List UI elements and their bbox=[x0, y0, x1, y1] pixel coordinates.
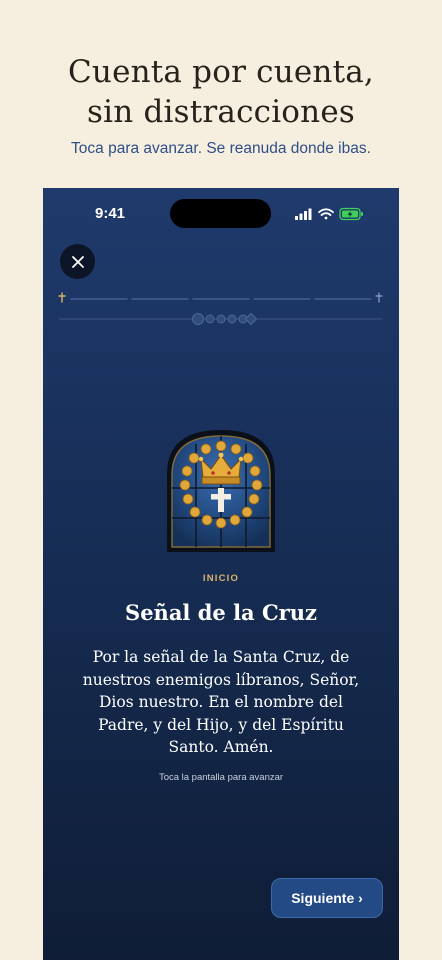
cross-icon bbox=[58, 292, 66, 303]
next-button[interactable]: Siguiente › bbox=[271, 878, 383, 918]
prayer-title: Señal de la Cruz bbox=[125, 600, 317, 625]
headline-line-1: Cuenta por cuenta, bbox=[67, 54, 374, 90]
headline-line-2: sin distracciones bbox=[87, 94, 355, 130]
stained-glass-image bbox=[167, 430, 275, 552]
close-button[interactable] bbox=[60, 244, 95, 279]
section-label: INICIO bbox=[202, 573, 240, 584]
prayer-text: Por la señal de la Santa Cruz, de nuestr… bbox=[82, 648, 360, 756]
close-icon bbox=[71, 255, 84, 268]
headline: Cuenta por cuenta, sin distracciones bbox=[0, 52, 442, 132]
status-icons bbox=[295, 207, 363, 221]
subtitle: Toca para avanzar. Se reanuda donde ibas… bbox=[71, 140, 371, 157]
wifi-icon bbox=[318, 208, 334, 220]
signal-icon bbox=[295, 208, 312, 220]
status-time: 9:41 bbox=[95, 205, 126, 222]
bead-indicators bbox=[192, 312, 258, 326]
tap-hint: Toca la pantalla para avanzar bbox=[158, 772, 284, 783]
phone-screen[interactable]: 9:41 INICIO Señal de la Cruz Por la seña… bbox=[43, 188, 399, 960]
dynamic-island bbox=[170, 199, 271, 228]
battery-icon bbox=[339, 207, 363, 221]
rosary-progress bbox=[58, 292, 383, 326]
cross-icon bbox=[375, 292, 383, 303]
